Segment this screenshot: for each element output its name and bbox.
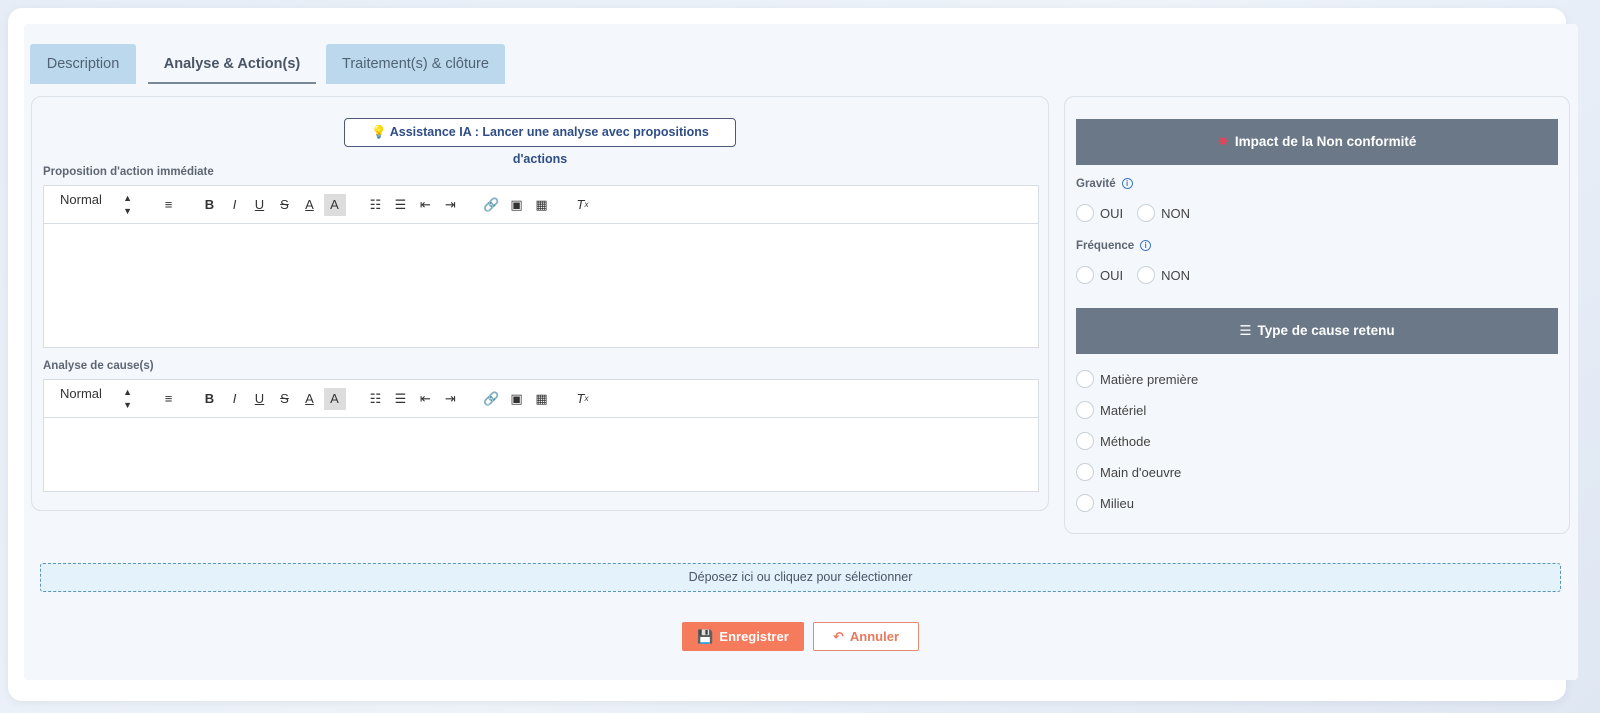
- background-color-icon[interactable]: A: [323, 193, 346, 216]
- gravite-label: Gravité i: [1076, 178, 1133, 190]
- underline-icon[interactable]: U: [249, 194, 271, 216]
- cause-type-header: ☰ Type de cause retenu: [1076, 308, 1558, 354]
- outdent-icon[interactable]: ⇤: [415, 388, 437, 410]
- indent-icon[interactable]: ⇥: [440, 388, 462, 410]
- bullet-list-icon[interactable]: ☰: [390, 388, 412, 410]
- bold-icon[interactable]: B: [199, 388, 221, 410]
- radio-button[interactable]: [1137, 266, 1156, 284]
- info-icon[interactable]: i: [1121, 178, 1133, 189]
- tab-traitement-cloture[interactable]: Traitement(s) & clôture: [326, 44, 505, 84]
- radio-button[interactable]: [1076, 370, 1094, 388]
- strike-icon[interactable]: S: [274, 194, 296, 216]
- immediate-action-textarea[interactable]: [44, 224, 1038, 347]
- radio-button[interactable]: [1076, 401, 1094, 419]
- ordered-list-icon[interactable]: ☷: [365, 388, 387, 410]
- text-color-icon[interactable]: A: [299, 194, 321, 216]
- align-icon[interactable]: ≡: [158, 194, 180, 216]
- outdent-icon[interactable]: ⇤: [415, 194, 437, 216]
- burst-icon: ✸: [1217, 134, 1229, 149]
- ai-assist-button[interactable]: 💡 Assistance IA : Lancer une analyse avec…: [344, 118, 736, 166]
- lightbulb-icon: 💡: [371, 125, 387, 139]
- gravite-non-option[interactable]: NON: [1137, 204, 1190, 222]
- strike-icon[interactable]: S: [274, 388, 296, 410]
- bullet-list-icon[interactable]: ☰: [390, 194, 412, 216]
- radio-button[interactable]: [1076, 432, 1094, 450]
- editor-toolbar: Normal ▲ ▼ ≡ B I U S A A ☷ ☰ ⇤ ⇥ 🔗 ▣ ▦ Tx: [44, 380, 1038, 418]
- floppy-icon: 💾: [697, 629, 714, 644]
- clear-format-icon[interactable]: Tx: [572, 194, 594, 216]
- gravite-options: OUI NON: [1076, 204, 1204, 222]
- tab-analyse-actions[interactable]: Analyse & Action(s): [148, 44, 316, 84]
- radio-button[interactable]: [1076, 204, 1094, 222]
- italic-icon[interactable]: I: [224, 388, 246, 410]
- frequence-oui-option[interactable]: OUI: [1076, 266, 1123, 284]
- frequence-options: OUI NON: [1076, 266, 1204, 284]
- background-color-icon[interactable]: A: [323, 387, 346, 410]
- editor-toolbar: Normal ▲ ▼ ≡ B I U S A A ☷ ☰ ⇤ ⇥ 🔗 ▣ ▦ Tx: [44, 186, 1038, 224]
- impact-header: ✸ Impact de la Non conformité: [1076, 119, 1558, 165]
- ordered-list-icon[interactable]: ☷: [365, 194, 387, 216]
- lines-icon: ☰: [1239, 323, 1252, 338]
- bold-icon[interactable]: B: [199, 194, 221, 216]
- select-arrows-icon: ▲ ▼: [123, 192, 132, 216]
- clear-format-icon[interactable]: Tx: [572, 388, 594, 410]
- cancel-button[interactable]: ↶ Annuler: [813, 622, 919, 651]
- indent-icon[interactable]: ⇥: [440, 194, 462, 216]
- table-icon[interactable]: ▦: [531, 194, 553, 216]
- table-icon[interactable]: ▦: [531, 388, 553, 410]
- radio-button[interactable]: [1137, 204, 1156, 222]
- radio-button[interactable]: [1076, 494, 1094, 512]
- gravite-oui-option[interactable]: OUI: [1076, 204, 1123, 222]
- undo-icon: ↶: [832, 629, 844, 644]
- radio-button[interactable]: [1076, 266, 1094, 284]
- cause-option-main-oeuvre[interactable]: Main d'oeuvre: [1076, 463, 1181, 481]
- text-color-icon[interactable]: A: [299, 388, 321, 410]
- cause-option-milieu[interactable]: Milieu: [1076, 494, 1134, 512]
- cause-analysis-label: Analyse de cause(s): [43, 360, 154, 372]
- format-select[interactable]: Normal ▲ ▼: [44, 192, 140, 218]
- cause-option-materiel[interactable]: Matériel: [1076, 401, 1146, 419]
- info-icon[interactable]: i: [1140, 240, 1152, 251]
- select-arrows-icon: ▲ ▼: [123, 386, 132, 410]
- underline-icon[interactable]: U: [249, 388, 271, 410]
- frequence-non-option[interactable]: NON: [1137, 266, 1190, 284]
- immediate-action-editor: Normal ▲ ▼ ≡ B I U S A A ☷ ☰ ⇤ ⇥ 🔗 ▣ ▦ Tx: [43, 185, 1039, 348]
- cause-option-matiere[interactable]: Matière première: [1076, 370, 1198, 388]
- format-select[interactable]: Normal ▲ ▼: [44, 386, 140, 412]
- radio-button[interactable]: [1076, 463, 1094, 481]
- link-icon[interactable]: 🔗: [481, 194, 503, 216]
- cause-analysis-editor: Normal ▲ ▼ ≡ B I U S A A ☷ ☰ ⇤ ⇥ 🔗 ▣ ▦ Tx: [43, 379, 1039, 492]
- image-icon[interactable]: ▣: [506, 388, 528, 410]
- save-button[interactable]: 💾 Enregistrer: [682, 622, 804, 651]
- image-icon[interactable]: ▣: [506, 194, 528, 216]
- cause-analysis-textarea[interactable]: [44, 418, 1038, 491]
- link-icon[interactable]: 🔗: [481, 388, 503, 410]
- file-dropzone[interactable]: Déposez ici ou cliquez pour sélectionner: [40, 563, 1561, 592]
- tab-description[interactable]: Description: [30, 44, 136, 84]
- italic-icon[interactable]: I: [224, 194, 246, 216]
- cause-option-methode[interactable]: Méthode: [1076, 432, 1151, 450]
- immediate-action-label: Proposition d'action immédiate: [43, 166, 214, 178]
- align-icon[interactable]: ≡: [158, 388, 180, 410]
- frequence-label: Fréquence i: [1076, 240, 1152, 252]
